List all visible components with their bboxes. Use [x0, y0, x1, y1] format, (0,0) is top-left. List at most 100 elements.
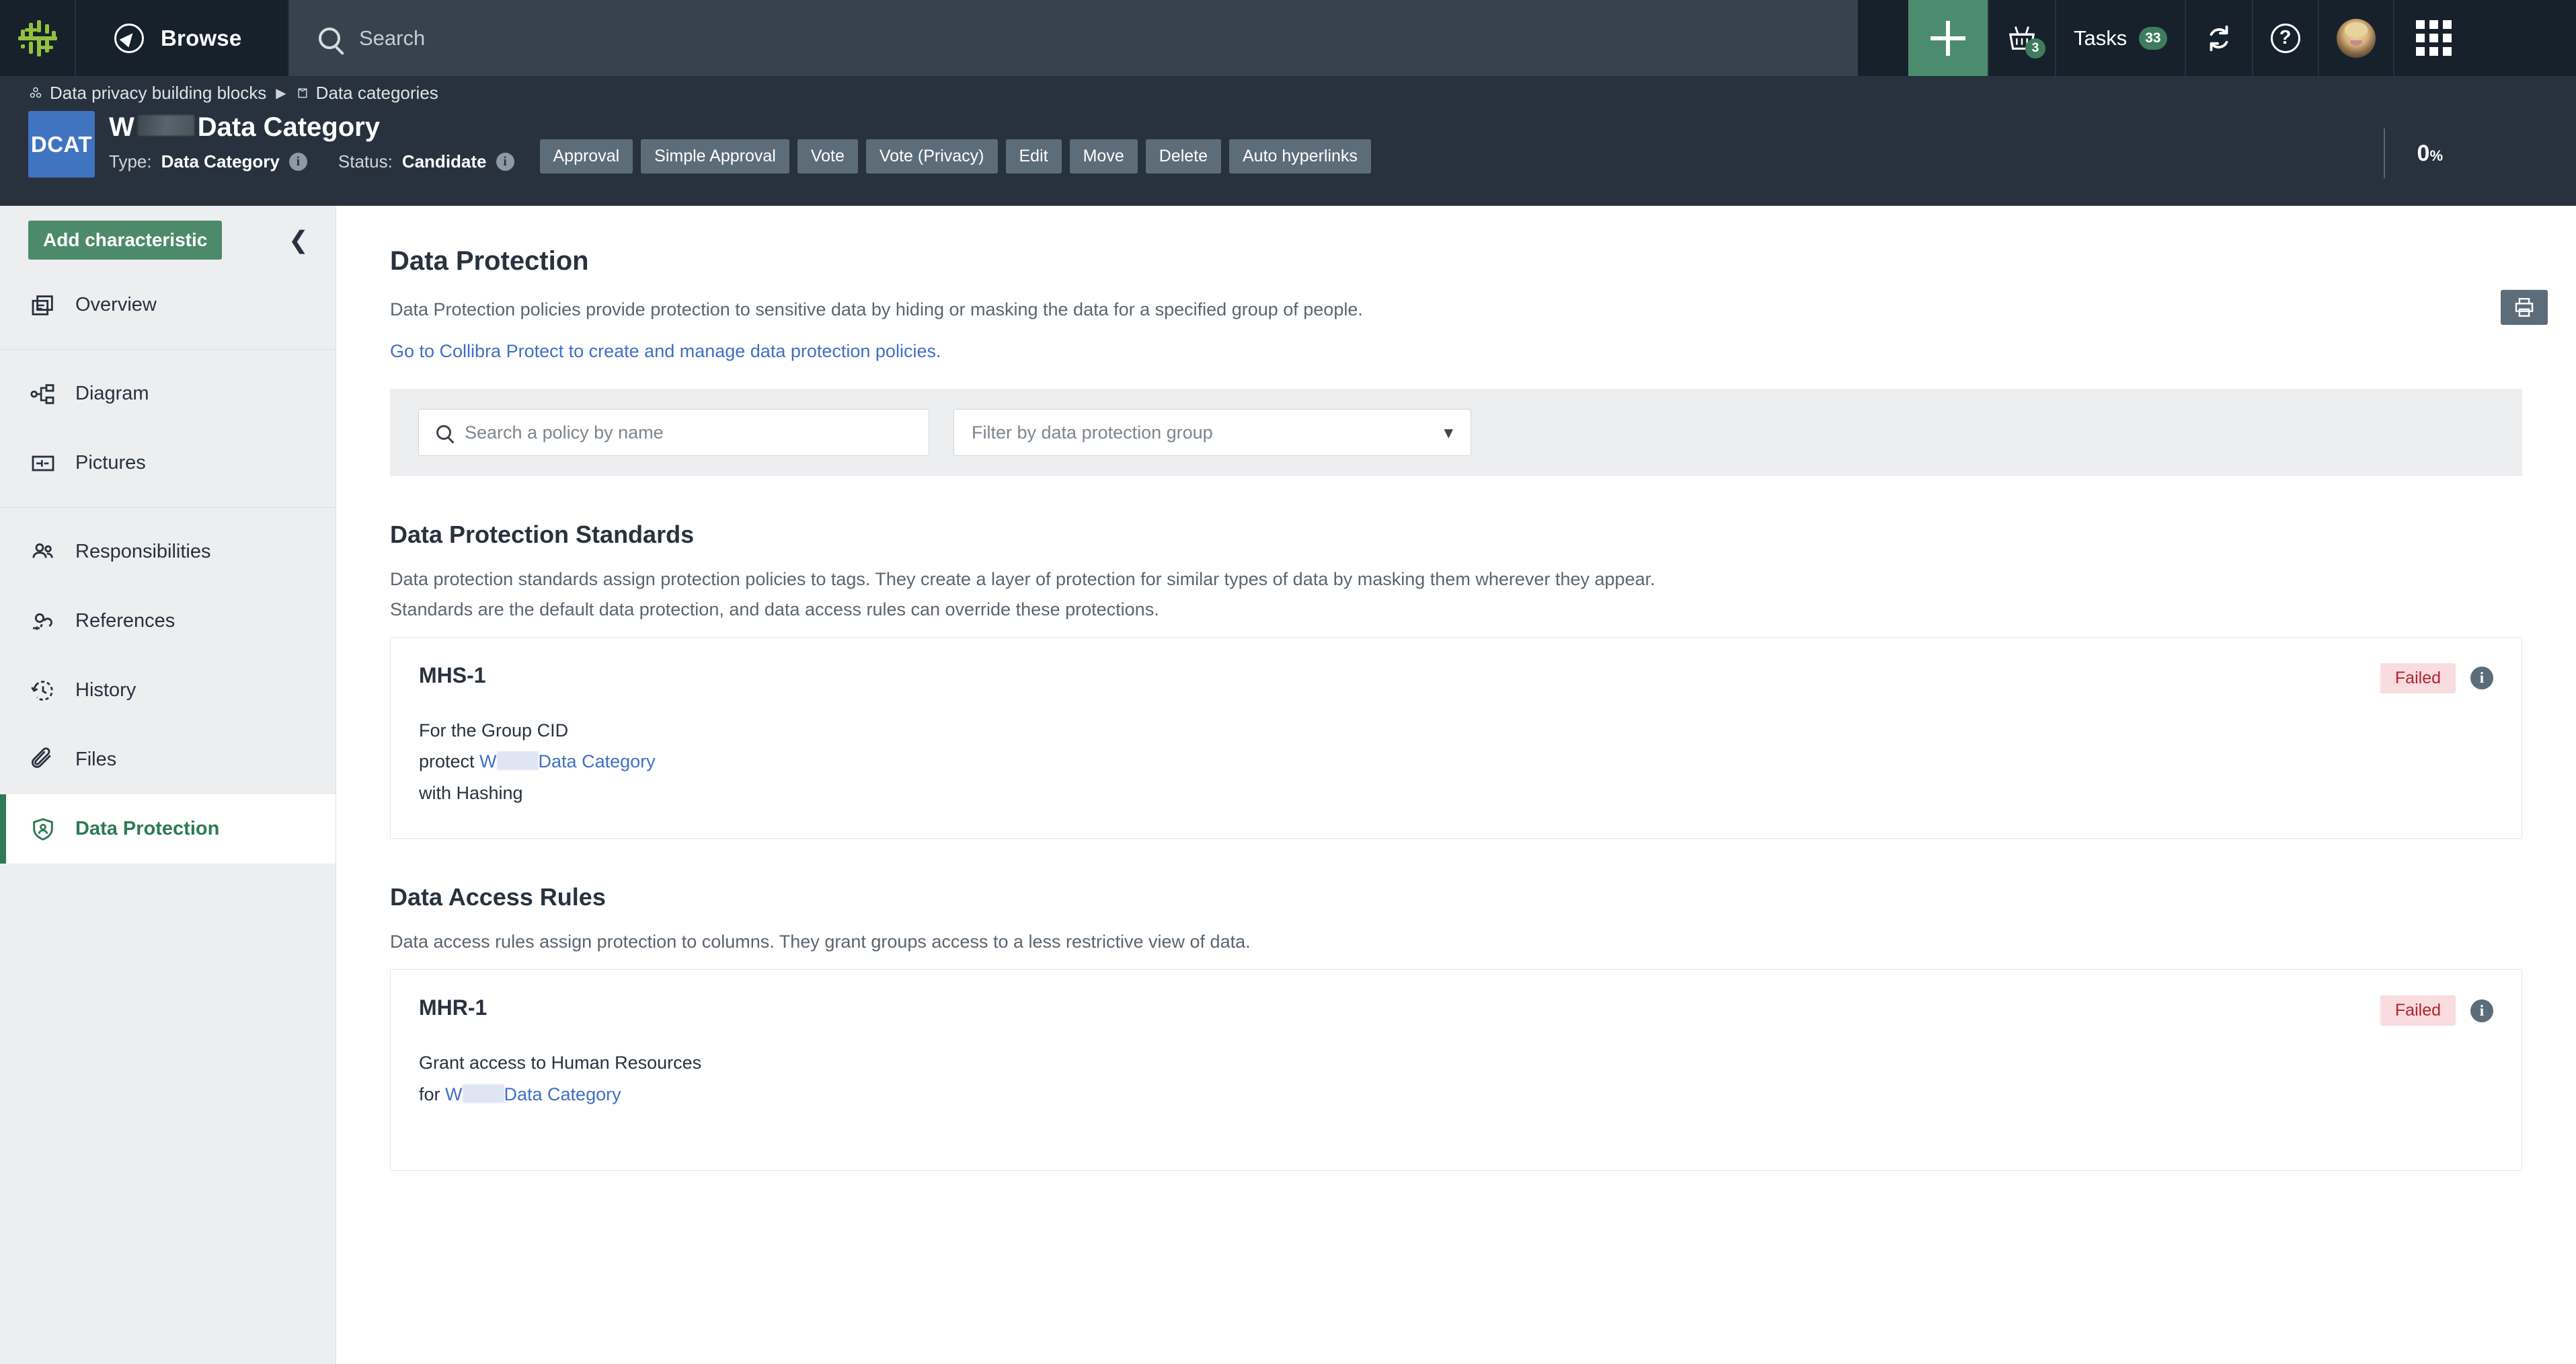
standard-card-asset-link[interactable]: W Data Category: [479, 751, 656, 771]
standards-description-line2: Standards are the default data protectio…: [390, 599, 1159, 619]
sidebar-item-responsibilities[interactable]: Responsibilities: [0, 517, 336, 586]
standard-card-line2: protect W Data Category: [419, 746, 2493, 777]
sidebar-top: Add characteristic ❮: [0, 206, 336, 270]
standards-description-line1: Data protection standards assign protect…: [390, 569, 1655, 590]
status-info-icon[interactable]: i: [496, 153, 514, 171]
standard-link-prefix: W: [479, 751, 497, 772]
breadcrumb-item-domain[interactable]: Data categories: [296, 83, 438, 104]
collibra-protect-link[interactable]: Go to Collibra Protect to create and man…: [390, 341, 941, 361]
standard-card-line3: with Hashing: [419, 782, 523, 803]
move-button[interactable]: Move: [1069, 139, 1138, 174]
help-button[interactable]: ?: [2251, 0, 2318, 76]
edit-button[interactable]: Edit: [1005, 139, 1062, 174]
standard-line2-prefix: protect: [419, 751, 480, 772]
sidebar-item-label-responsibilities: Responsibilities: [75, 541, 211, 562]
redacted-link-segment: [462, 1084, 504, 1103]
page-title-suffix: Data Category: [197, 112, 380, 142]
access-rule-card-line2: for W Data Category: [419, 1079, 2493, 1110]
delete-button[interactable]: Delete: [1145, 139, 1221, 174]
auto-hyperlinks-button[interactable]: Auto hyperlinks: [1229, 139, 1371, 174]
browse-button[interactable]: Browse: [76, 0, 289, 76]
vote-privacy-button[interactable]: Vote (Privacy): [865, 139, 998, 174]
add-button[interactable]: [1908, 0, 1988, 76]
access-rule-card-line1: Grant access to Human Resources: [419, 1053, 702, 1073]
info-icon[interactable]: i: [2470, 667, 2493, 690]
sidebar-item-data-protection[interactable]: Data Protection: [0, 794, 336, 864]
sidebar-item-label-files: Files: [75, 749, 117, 770]
breadcrumb-item-community[interactable]: Data privacy building blocks: [28, 83, 266, 104]
pictures-icon: [28, 449, 58, 478]
vote-button[interactable]: Vote: [797, 139, 858, 174]
sidebar-item-history[interactable]: History: [0, 656, 336, 725]
app-grid-icon: [2415, 20, 2452, 56]
sidebar-item-files[interactable]: Files: [0, 725, 336, 794]
completion-percent: 0%: [2417, 141, 2443, 167]
overview-icon: [28, 291, 58, 320]
policy-search-input[interactable]: Search a policy by name: [418, 409, 929, 457]
type-info-icon[interactable]: i: [288, 153, 307, 171]
link-icon: [28, 607, 58, 636]
chevron-left-icon[interactable]: ❮: [278, 228, 319, 252]
section-title-data-protection: Data Protection: [390, 246, 589, 276]
header-divider: [2383, 128, 2385, 178]
search-icon: [319, 27, 340, 49]
completion-indicator: 0%: [2383, 128, 2443, 178]
access-rule-line2-prefix: for: [419, 1084, 446, 1104]
browse-label: Browse: [161, 25, 242, 50]
simple-approval-button[interactable]: Simple Approval: [641, 139, 789, 174]
people-icon: [28, 537, 58, 567]
status-badge: Failed: [2380, 995, 2456, 1026]
completion-value: 0: [2417, 140, 2430, 166]
breadcrumb-label-domain: Data categories: [315, 82, 438, 103]
sync-icon: [2210, 25, 2228, 51]
access-rule-card-asset-link[interactable]: W Data Category: [445, 1084, 621, 1104]
sidebar-item-overview[interactable]: Overview: [0, 270, 336, 340]
print-icon: [2515, 298, 2534, 317]
main-content: Data Protection Data Protection policies…: [336, 206, 2576, 1364]
access-rule-card-mhr-1[interactable]: MHR-1 Grant access to Human Resources fo…: [390, 969, 2522, 1172]
access-rule-link-suffix: Data Category: [504, 1084, 621, 1104]
global-search-input[interactable]: Search: [289, 0, 1858, 76]
asset-title-block: W Data Category Type: Data Category i St…: [109, 110, 514, 172]
standard-card-mhs-1[interactable]: MHS-1 For the Group CID protect W Data Ca…: [390, 636, 2522, 839]
sidebar-item-references[interactable]: References: [0, 586, 336, 656]
sidebar: Add characteristic ❮ Overview Diagram Pi…: [0, 206, 336, 1364]
tasks-label: Tasks: [2074, 26, 2128, 50]
completion-unit: %: [2429, 147, 2443, 164]
page-title-prefix: W: [109, 112, 134, 142]
standard-card-status-group: Failed i: [2380, 662, 2493, 693]
print-button[interactable]: [2501, 290, 2548, 325]
collibra-logo-button[interactable]: [0, 0, 76, 76]
basket-badge: 3: [2025, 38, 2045, 59]
domain-icon: [298, 88, 307, 98]
tasks-badge: 33: [2139, 26, 2167, 50]
tasks-button[interactable]: Tasks 33: [2055, 0, 2185, 76]
data-protection-description: Data Protection policies provide protect…: [390, 299, 1363, 319]
info-icon[interactable]: i: [2470, 999, 2493, 1022]
approval-button[interactable]: Approval: [539, 139, 633, 174]
sidebar-item-pictures[interactable]: Pictures: [0, 428, 336, 498]
breadcrumb-label-community: Data privacy building blocks: [50, 82, 267, 103]
plus-icon: [1930, 20, 1965, 56]
app-switcher-button[interactable]: [2392, 0, 2473, 76]
sidebar-item-label-data-protection: Data Protection: [75, 818, 220, 839]
sidebar-item-label-history: History: [75, 679, 136, 701]
asset-meta-row: Type: Data Category i Status: Candidate …: [109, 151, 514, 172]
asset-type-badge: DCAT: [28, 111, 95, 178]
standard-card-line1: For the Group CID: [419, 720, 569, 741]
breadcrumb: Data privacy building blocks ▶ Data cate…: [0, 76, 2576, 110]
section-title-standards: Data Protection Standards: [390, 521, 695, 549]
asset-action-bar: Approval Simple Approval Vote Vote (Priv…: [539, 110, 1371, 174]
add-characteristic-button[interactable]: Add characteristic: [28, 221, 223, 260]
data-protection-group-select[interactable]: Filter by data protection group ▾: [953, 409, 1471, 457]
breadcrumb-separator: ▶: [276, 85, 286, 101]
shield-user-icon: [28, 814, 58, 844]
history-clock-icon: [28, 676, 58, 706]
user-avatar-button[interactable]: [2317, 0, 2393, 76]
basket-button[interactable]: 3: [1988, 0, 2055, 76]
status-value: Candidate: [401, 151, 487, 172]
paperclip-icon: [28, 745, 58, 775]
sidebar-item-diagram[interactable]: Diagram: [0, 359, 336, 428]
sync-button[interactable]: [2184, 0, 2252, 76]
sidebar-item-label-overview: Overview: [75, 294, 157, 315]
